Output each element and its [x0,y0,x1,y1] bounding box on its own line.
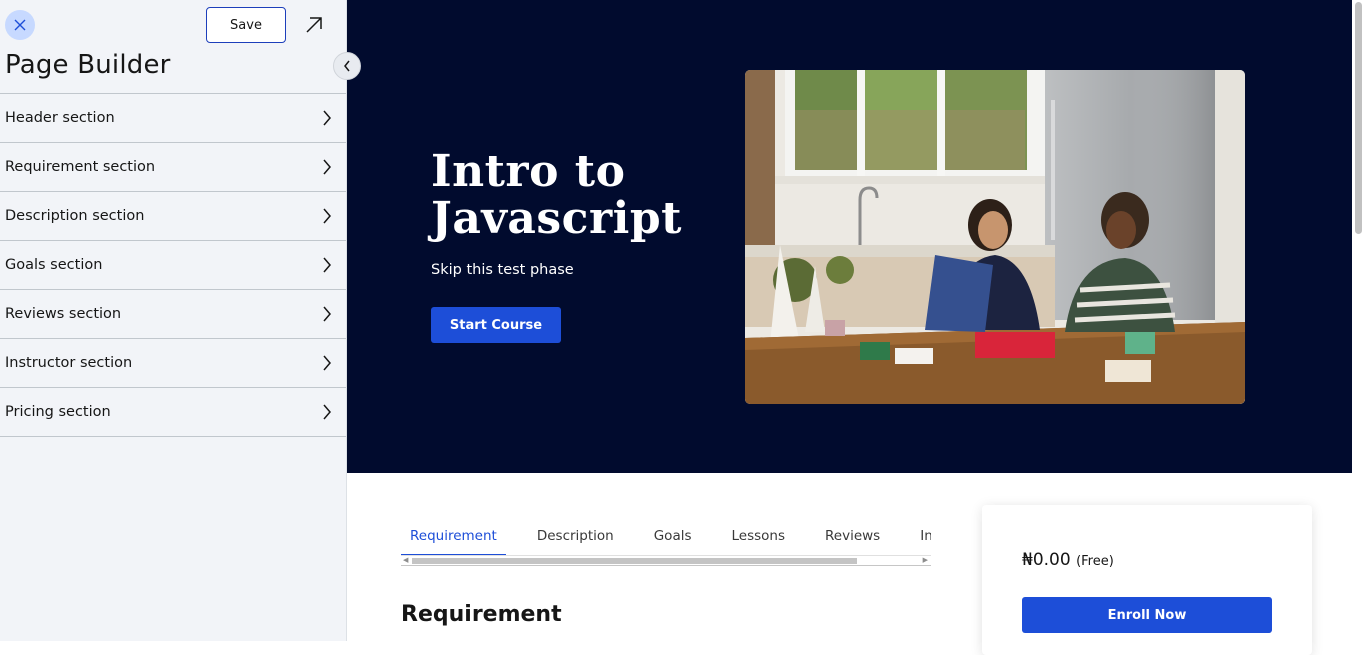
arrow-up-right-icon [306,17,322,33]
scroll-left-arrow-icon[interactable]: ◀ [403,556,408,564]
tab-requirement[interactable]: Requirement [401,520,506,555]
section-item-reviews[interactable]: Reviews section [0,290,346,339]
chevron-right-icon [323,306,331,322]
chevron-right-icon [323,208,331,224]
chevron-left-icon [344,60,350,72]
page-builder-sidebar: Save Page Builder Header section Require… [0,0,347,641]
course-tabs: Requirement Description Goals Lessons Re… [401,520,931,556]
price-value: ₦0.00 [1022,550,1071,570]
page-scrollbar[interactable] [1352,0,1363,641]
course-subtitle: Skip this test phase [431,262,574,278]
scroll-right-arrow-icon[interactable]: ▶ [923,556,928,564]
tab-description[interactable]: Description [528,520,623,555]
page-scrollbar-thumb[interactable] [1355,2,1362,234]
page-title: Page Builder [5,50,171,80]
tab-instructor[interactable]: Instructor [911,520,931,555]
section-label: Requirement section [5,159,156,175]
tabs-scrollbar-thumb[interactable] [412,558,857,564]
section-list: Header section Requirement section Descr… [0,93,346,437]
section-item-instructor[interactable]: Instructor section [0,339,346,388]
price-display: ₦0.00 (Free) [1022,550,1114,570]
tab-lessons[interactable]: Lessons [723,520,795,555]
pricing-card: ₦0.00 (Free) Enroll Now [982,505,1312,655]
collapse-sidebar-button[interactable] [333,52,361,80]
chevron-right-icon [323,404,331,420]
close-icon [14,19,26,31]
chevron-right-icon [323,159,331,175]
section-item-description[interactable]: Description section [0,192,346,241]
section-item-goals[interactable]: Goals section [0,241,346,290]
section-label: Instructor section [5,355,133,371]
section-label: Reviews section [5,306,122,322]
chevron-right-icon [323,355,331,371]
requirement-heading: Requirement [401,602,562,627]
tab-reviews[interactable]: Reviews [816,520,889,555]
section-item-requirement[interactable]: Requirement section [0,143,346,192]
section-label: Pricing section [5,404,111,420]
course-title: Intro to Javascript [431,146,682,244]
start-course-button[interactable]: Start Course [431,307,561,343]
section-item-header[interactable]: Header section [0,94,346,143]
chevron-right-icon [323,110,331,126]
enroll-now-button[interactable]: Enroll Now [1022,597,1272,633]
tabs-scrollbar[interactable]: ◀ ▶ [401,556,931,566]
open-in-new-button[interactable] [302,13,326,37]
price-note: (Free) [1076,554,1114,569]
close-button[interactable] [5,10,35,40]
chevron-right-icon [323,257,331,273]
section-label: Description section [5,208,145,224]
course-hero-image [745,70,1245,404]
section-item-pricing[interactable]: Pricing section [0,388,346,437]
save-button[interactable]: Save [206,7,286,43]
section-label: Goals section [5,257,103,273]
section-label: Header section [5,110,115,126]
tab-goals[interactable]: Goals [645,520,701,555]
course-hero: Intro to Javascript Skip this test phase… [347,0,1352,473]
